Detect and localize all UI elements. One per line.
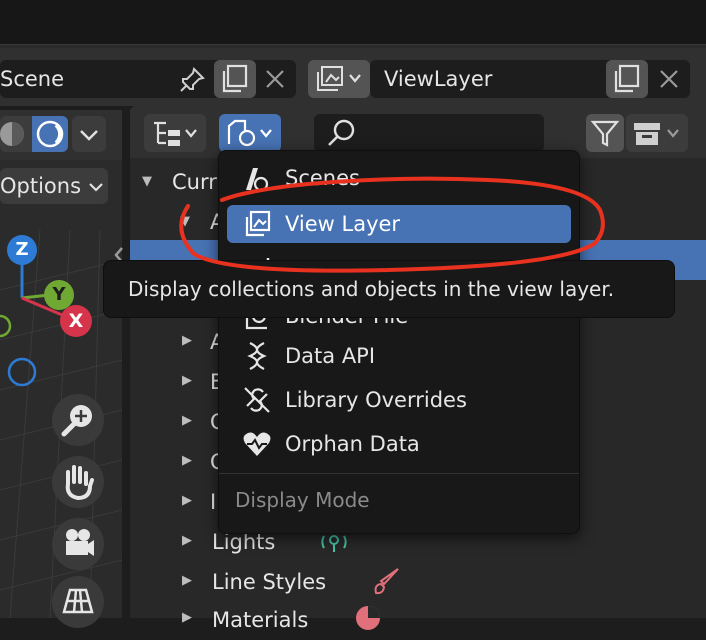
library-overrides-icon	[244, 387, 270, 413]
expand-triangle-icon[interactable]: ▶	[182, 493, 192, 508]
solid-shading-icon[interactable]	[0, 118, 30, 154]
expand-triangle-icon[interactable]: ▶	[182, 573, 192, 588]
view-layer-field[interactable]: ViewLayer	[370, 60, 690, 98]
zoom-button[interactable]	[52, 394, 104, 446]
close-icon[interactable]	[262, 65, 288, 97]
box-icon	[634, 123, 679, 145]
chevron-down-icon[interactable]	[72, 116, 106, 152]
outliner-row-line-styles[interactable]: Line Styles	[212, 562, 326, 602]
editor-type-button[interactable]	[144, 114, 206, 152]
expand-triangle-icon[interactable]: ▶	[182, 373, 192, 388]
menu-section-title: Display Mode	[235, 488, 370, 512]
axis-x-handle[interactable]: X	[60, 305, 92, 337]
display-mode-icon	[227, 119, 272, 147]
orphan-data-icon	[243, 432, 271, 456]
options-label[interactable]: Options	[0, 168, 81, 204]
material-icon	[356, 606, 380, 630]
menu-item-library-overrides[interactable]: Library Overrides	[227, 381, 571, 419]
shading-mode-buttons[interactable]	[0, 116, 68, 152]
data-api-icon	[247, 342, 267, 370]
outliner-row-materials[interactable]: Materials	[212, 600, 308, 640]
perspective-toggle-button[interactable]	[52, 576, 104, 628]
brush-icon	[374, 568, 399, 595]
view-layer-browse-button[interactable]	[308, 60, 370, 98]
expand-triangle-icon[interactable]: ▼	[142, 174, 152, 189]
rendered-shading-icon[interactable]	[32, 116, 68, 152]
menu-item-orphan-data[interactable]: Orphan Data	[227, 425, 571, 463]
camera-view-button[interactable]	[52, 518, 104, 570]
pan-button[interactable]	[52, 456, 104, 508]
menu-item-data-api[interactable]: Data API	[227, 337, 571, 375]
expand-triangle-icon[interactable]: ▶	[182, 453, 192, 468]
scene-selector-field[interactable]: Scene	[0, 60, 296, 98]
menu-divider	[219, 473, 579, 474]
new-collection-button[interactable]	[626, 114, 688, 152]
expand-triangle-icon[interactable]: ▶	[182, 333, 192, 348]
pin-icon[interactable]	[178, 66, 206, 98]
display-mode-button[interactable]	[219, 114, 281, 152]
scene-name[interactable]: Scene	[0, 60, 64, 98]
annotation-highlight-circle	[179, 176, 605, 273]
view-layer-name[interactable]: ViewLayer	[384, 60, 492, 98]
menu-item-label: Data API	[285, 344, 376, 368]
menu-item-label: Orphan Data	[285, 432, 420, 456]
grid-perspective-icon	[62, 588, 94, 614]
camera-icon	[66, 529, 94, 556]
axis-x-label: X	[68, 310, 84, 332]
outliner-search-input[interactable]	[314, 114, 544, 152]
outliner-row[interactable]: I	[210, 482, 216, 522]
expand-triangle-icon[interactable]: ▶	[182, 533, 192, 548]
expand-triangle-icon[interactable]: ▶	[182, 413, 192, 428]
new-scene-button[interactable]	[214, 60, 256, 98]
menu-item-label: Library Overrides	[285, 388, 467, 412]
search-icon	[328, 119, 355, 146]
window-top-strip	[0, 0, 706, 48]
axis-y-label: Y	[52, 284, 66, 305]
filter-icon	[590, 120, 620, 147]
close-icon[interactable]	[656, 65, 682, 97]
outliner-icon	[154, 121, 197, 146]
filter-button[interactable]	[586, 114, 624, 152]
hand-icon	[65, 465, 94, 501]
viewport-options-dropdown[interactable]: Options	[0, 168, 108, 204]
axis-z-label: Z	[15, 239, 29, 260]
axis-z-handle[interactable]: Z	[7, 235, 37, 265]
zoom-icon	[61, 405, 92, 437]
new-view-layer-button[interactable]	[606, 60, 648, 98]
